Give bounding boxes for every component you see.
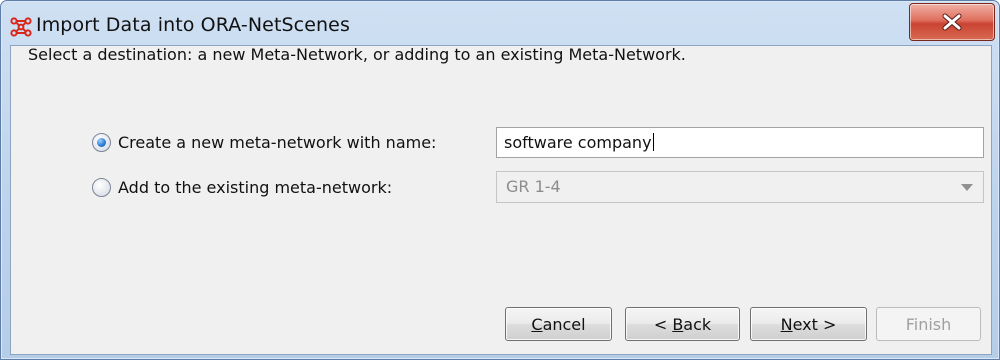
meta-network-name-value: software company	[504, 133, 652, 152]
add-existing-option[interactable]: Add to the existing meta-network:	[92, 178, 392, 197]
add-existing-label[interactable]: Add to the existing meta-network:	[118, 178, 392, 197]
back-mnemonic: B	[672, 314, 684, 334]
title-bar[interactable]: Import Data into ORA-NetScenes	[1, 1, 1000, 45]
back-button[interactable]: < Back	[625, 307, 740, 341]
existing-meta-network-value: GR 1-4	[506, 177, 561, 196]
next-button[interactable]: Next >	[750, 307, 867, 341]
create-new-radio[interactable]	[92, 133, 111, 152]
ora-app-icon	[10, 17, 32, 37]
next-label-rest: ext >	[792, 314, 837, 334]
cancel-button[interactable]: Cancel	[505, 307, 612, 341]
add-existing-radio[interactable]	[92, 178, 111, 197]
instruction-text: Select a destination: a new Meta-Network…	[28, 45, 686, 64]
cancel-label-rest: ancel	[542, 314, 586, 334]
create-new-option[interactable]: Create a new meta-network with name:	[92, 133, 436, 152]
text-caret	[652, 133, 654, 151]
existing-meta-network-dropdown[interactable]: GR 1-4	[496, 171, 984, 203]
meta-network-name-input[interactable]: software company	[496, 127, 984, 158]
back-prefix: <	[653, 314, 673, 334]
cancel-mnemonic: C	[531, 314, 543, 334]
close-icon	[941, 13, 963, 31]
next-mnemonic: N	[780, 314, 793, 334]
import-dialog-window: Import Data into ORA-NetScenes Select a …	[0, 0, 1000, 360]
chevron-down-icon[interactable]	[961, 184, 973, 191]
back-label-rest: ack	[683, 314, 712, 334]
create-new-label[interactable]: Create a new meta-network with name:	[118, 133, 436, 152]
window-title: Import Data into ORA-NetScenes	[36, 14, 350, 36]
close-button[interactable]	[909, 3, 995, 41]
finish-button[interactable]: Finish	[876, 307, 981, 341]
